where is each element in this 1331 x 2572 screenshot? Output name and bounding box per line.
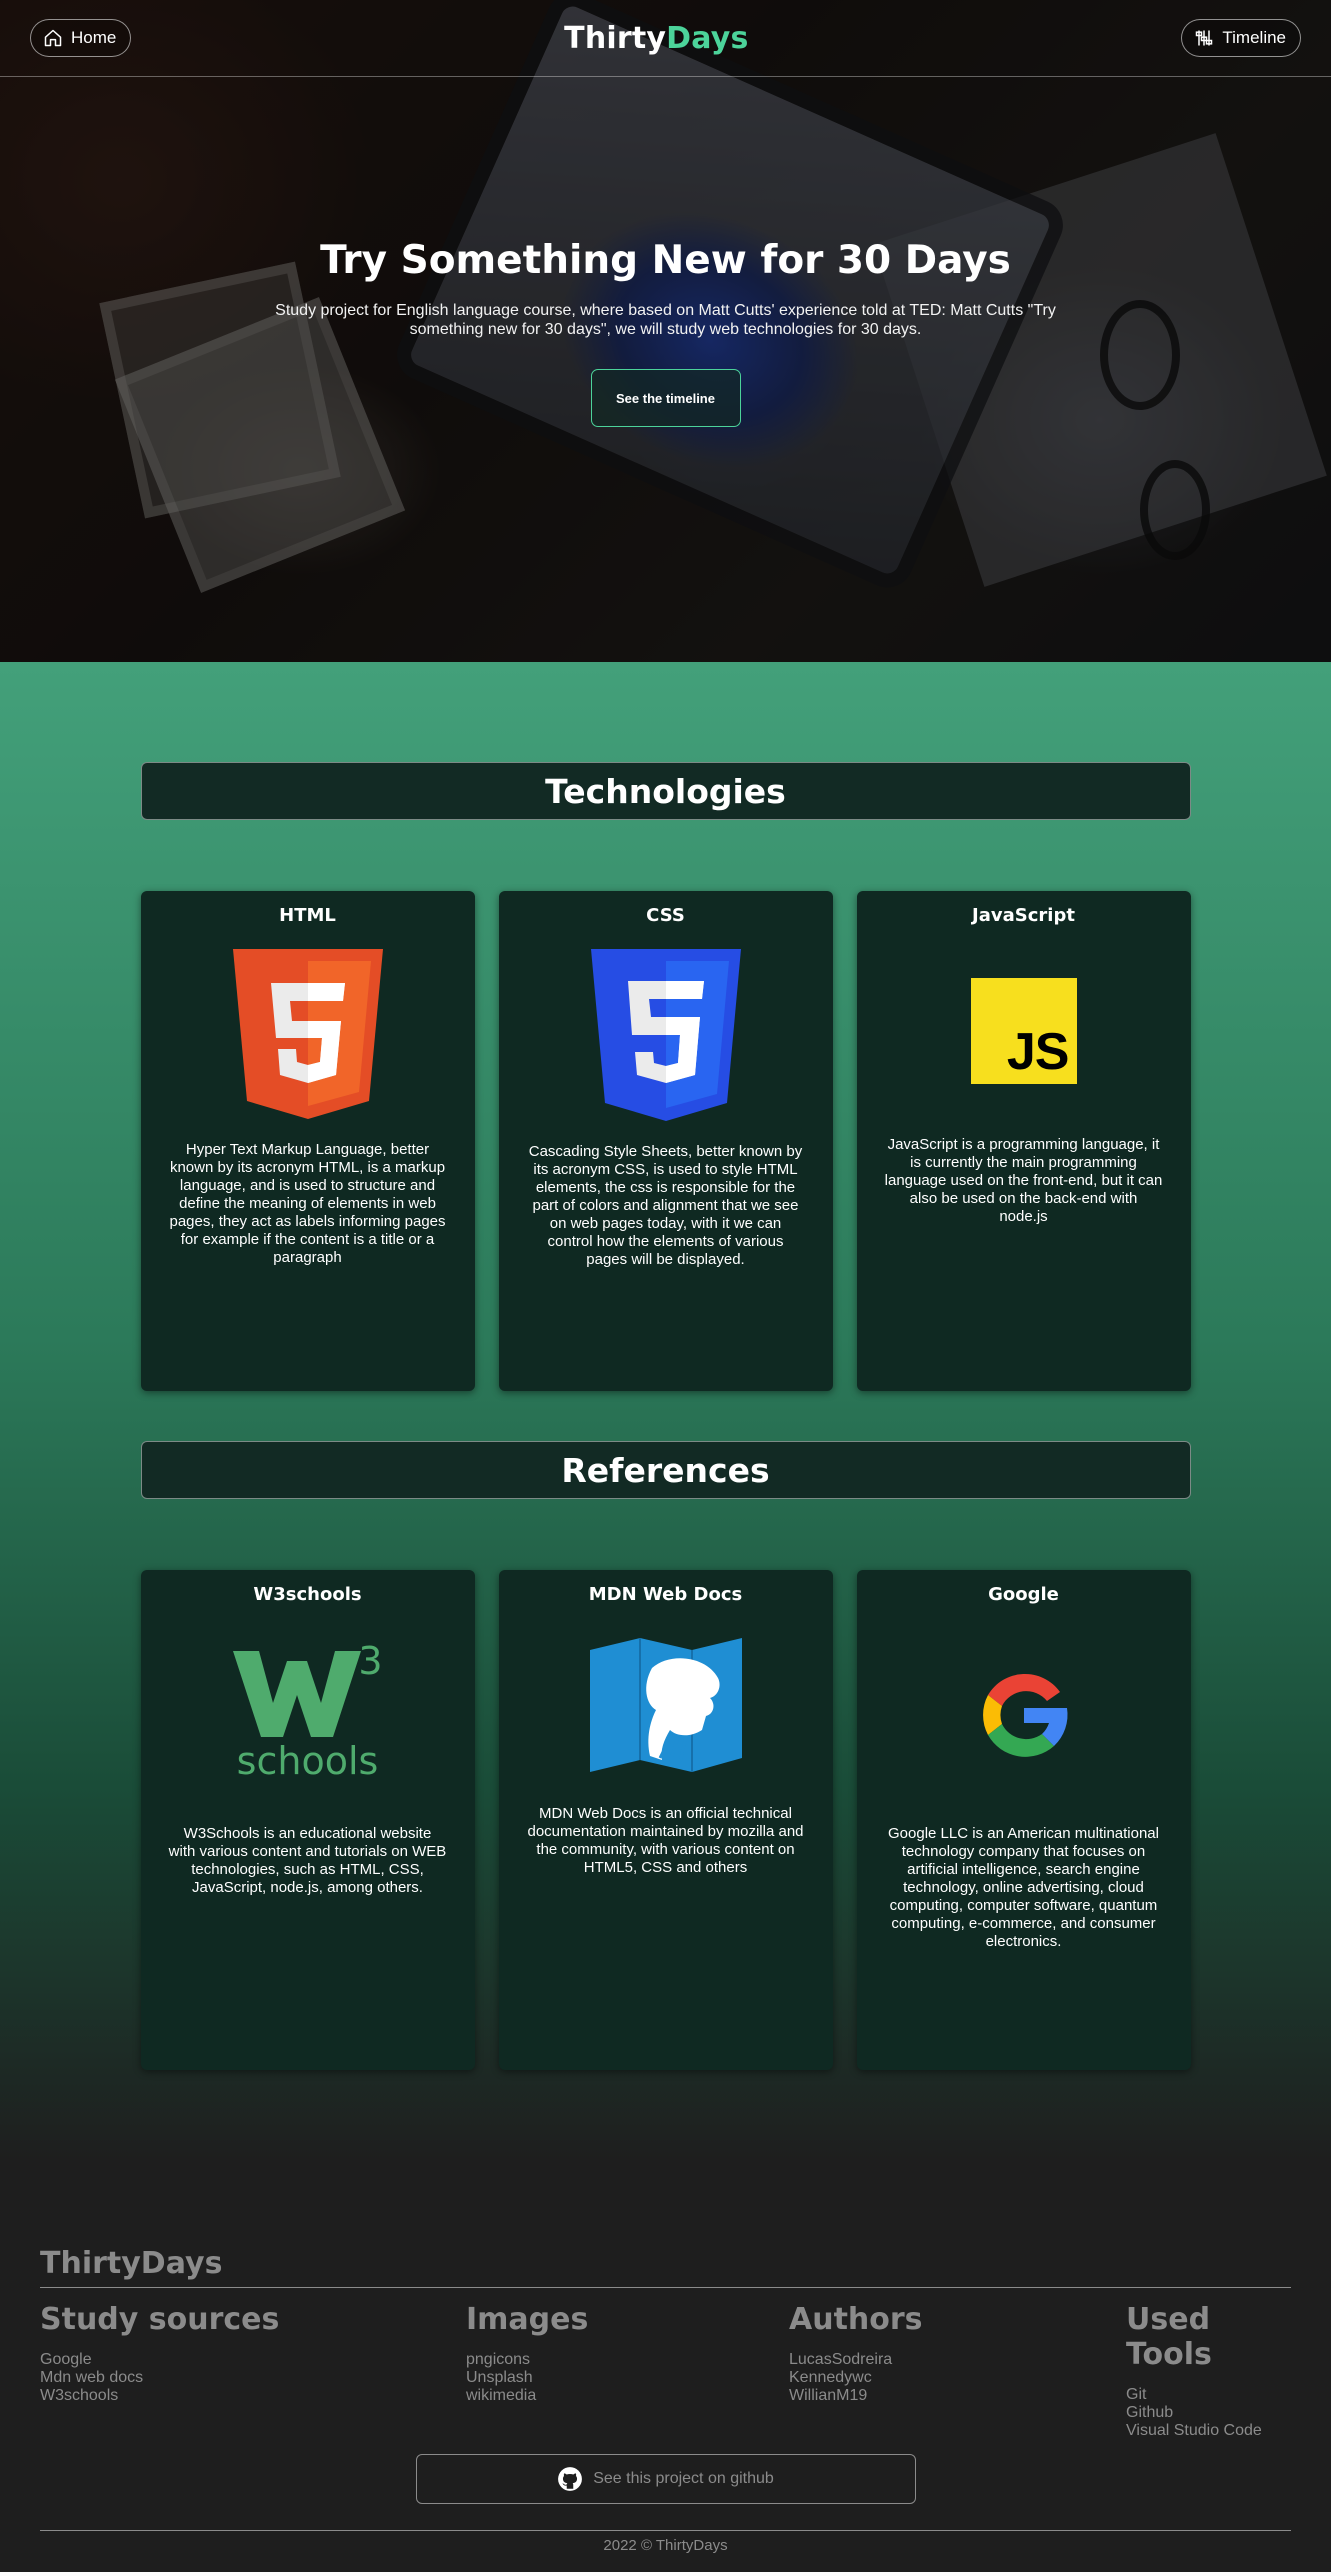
footer-column-images: Images pngicons Unsplash wikimedia xyxy=(466,2302,588,2405)
brand-logo[interactable]: ThirtyDays xyxy=(564,21,748,56)
footer-column-title: Used Tools xyxy=(1126,2302,1212,2372)
home-button[interactable]: Home xyxy=(30,19,132,57)
card-description: JavaScript is a programming language, it… xyxy=(884,1136,1163,1225)
home-button-label: Home xyxy=(71,28,117,47)
see-timeline-button[interactable]: See the timeline xyxy=(590,369,741,427)
card-description: MDN Web Docs is an official technical do… xyxy=(527,1805,804,1876)
card-description: Google LLC is an American multinational … xyxy=(888,1825,1159,1950)
footer-column-title: Images xyxy=(466,2302,589,2337)
top-nav: Home ThirtyDays Timeline xyxy=(0,0,1331,77)
footer: ThirtyDays Study sources Google Mdn web … xyxy=(0,2162,1331,2568)
github-button-label: See this project on github xyxy=(593,2470,774,2487)
footer-column-title: Authors xyxy=(789,2302,923,2337)
card-description: Cascading Style Sheets, better known by … xyxy=(528,1143,803,1268)
timeline-icon xyxy=(1196,30,1213,46)
footer-link[interactable]: pngicons xyxy=(466,2351,588,2369)
javascript-logo-text: JS xyxy=(1006,1023,1070,1081)
hero-subtitle: Study project for English language cours… xyxy=(275,302,1056,338)
footer-brand: ThirtyDays xyxy=(40,2246,1291,2288)
card-title: JavaScript xyxy=(972,905,1075,926)
footer-link[interactable]: Unsplash xyxy=(466,2369,588,2387)
card-title: W3schools xyxy=(253,1584,362,1605)
card-w3schools: W3schools 3 schools W3Schools is an educ… xyxy=(140,1570,475,2070)
hero-title: Try Something New for 30 Days xyxy=(320,238,1011,283)
copyright: 2022 © ThirtyDays xyxy=(40,2530,1291,2554)
card-mdn: MDN Web Docs MDN Web Docs is an official… xyxy=(498,1570,833,2070)
footer-link[interactable]: Git xyxy=(1126,2386,1291,2404)
footer-column-used-tools: Used Tools Git Github Visual Studio Code xyxy=(1126,2302,1291,2440)
timeline-button[interactable]: Timeline xyxy=(1181,19,1301,57)
footer-columns: Study sources Google Mdn web docs W3scho… xyxy=(40,2288,1291,2439)
footer-link[interactable]: LucasSodreira xyxy=(789,2351,923,2369)
card-description: W3Schools is an educational website with… xyxy=(168,1825,447,1896)
github-icon xyxy=(558,2467,583,2491)
footer-link[interactable]: Kennedywc xyxy=(789,2369,923,2387)
footer-link[interactable]: Mdn web docs xyxy=(40,2369,279,2387)
hero-section: Home ThirtyDays Timeline Try Something N… xyxy=(0,0,1331,662)
brand-part-thirty: Thirty xyxy=(564,20,667,56)
card-title: CSS xyxy=(646,905,685,926)
footer-link[interactable]: Google xyxy=(40,2351,279,2369)
github-project-button[interactable]: See this project on github xyxy=(415,2454,916,2504)
footer-link[interactable]: Visual Studio Code xyxy=(1126,2422,1291,2440)
card-title: HTML xyxy=(279,905,336,926)
footer-column-authors: Authors LucasSodreira Kennedywc WillianM… xyxy=(789,2302,923,2405)
brand-part-days: Days xyxy=(666,20,749,56)
footer-column-title: Study sources xyxy=(40,2302,280,2337)
footer-link[interactable]: W3schools xyxy=(40,2387,279,2405)
technologies-title: Technologies xyxy=(140,762,1191,820)
footer-column-study-sources: Study sources Google Mdn web docs W3scho… xyxy=(40,2302,279,2405)
card-css: CSS Cascading Style Sheets, better known… xyxy=(498,891,833,1391)
html5-logo-icon xyxy=(159,926,457,1141)
card-title: Google xyxy=(988,1584,1059,1605)
card-google: Google Google LLC is an American multina… xyxy=(856,1570,1191,2070)
w3schools-logo-icon: 3 schools xyxy=(159,1605,457,1825)
card-description: Hyper Text Markup Language, better known… xyxy=(169,1141,446,1266)
footer-link[interactable]: Github xyxy=(1126,2404,1291,2422)
timeline-button-label: Timeline xyxy=(1222,28,1286,47)
w3schools-logo-word: schools xyxy=(236,1739,379,1783)
w3schools-logo-superscript: 3 xyxy=(358,1639,383,1683)
css3-logo-icon xyxy=(517,926,815,1143)
card-html: HTML Hyper Text Markup Language, better … xyxy=(140,891,475,1391)
hero-content: Try Something New for 30 Days Study proj… xyxy=(0,238,1331,427)
references-title: References xyxy=(140,1441,1191,1499)
house-icon xyxy=(44,29,62,47)
references-cards: W3schools 3 schools W3Schools is an educ… xyxy=(140,1570,1191,2070)
mdn-logo-icon xyxy=(517,1605,815,1805)
javascript-logo-icon: JS xyxy=(875,926,1173,1136)
google-logo-icon xyxy=(875,1605,1173,1825)
footer-link[interactable]: wikimedia xyxy=(466,2387,588,2405)
footer-link[interactable]: WillianM19 xyxy=(789,2387,923,2405)
main-content: Technologies HTML Hyper Text Markup Lang… xyxy=(0,662,1331,2162)
card-title: MDN Web Docs xyxy=(588,1584,743,1605)
card-javascript: JavaScript JS JavaScript is a programmin… xyxy=(856,891,1191,1391)
technologies-cards: HTML Hyper Text Markup Language, better … xyxy=(140,891,1191,1391)
